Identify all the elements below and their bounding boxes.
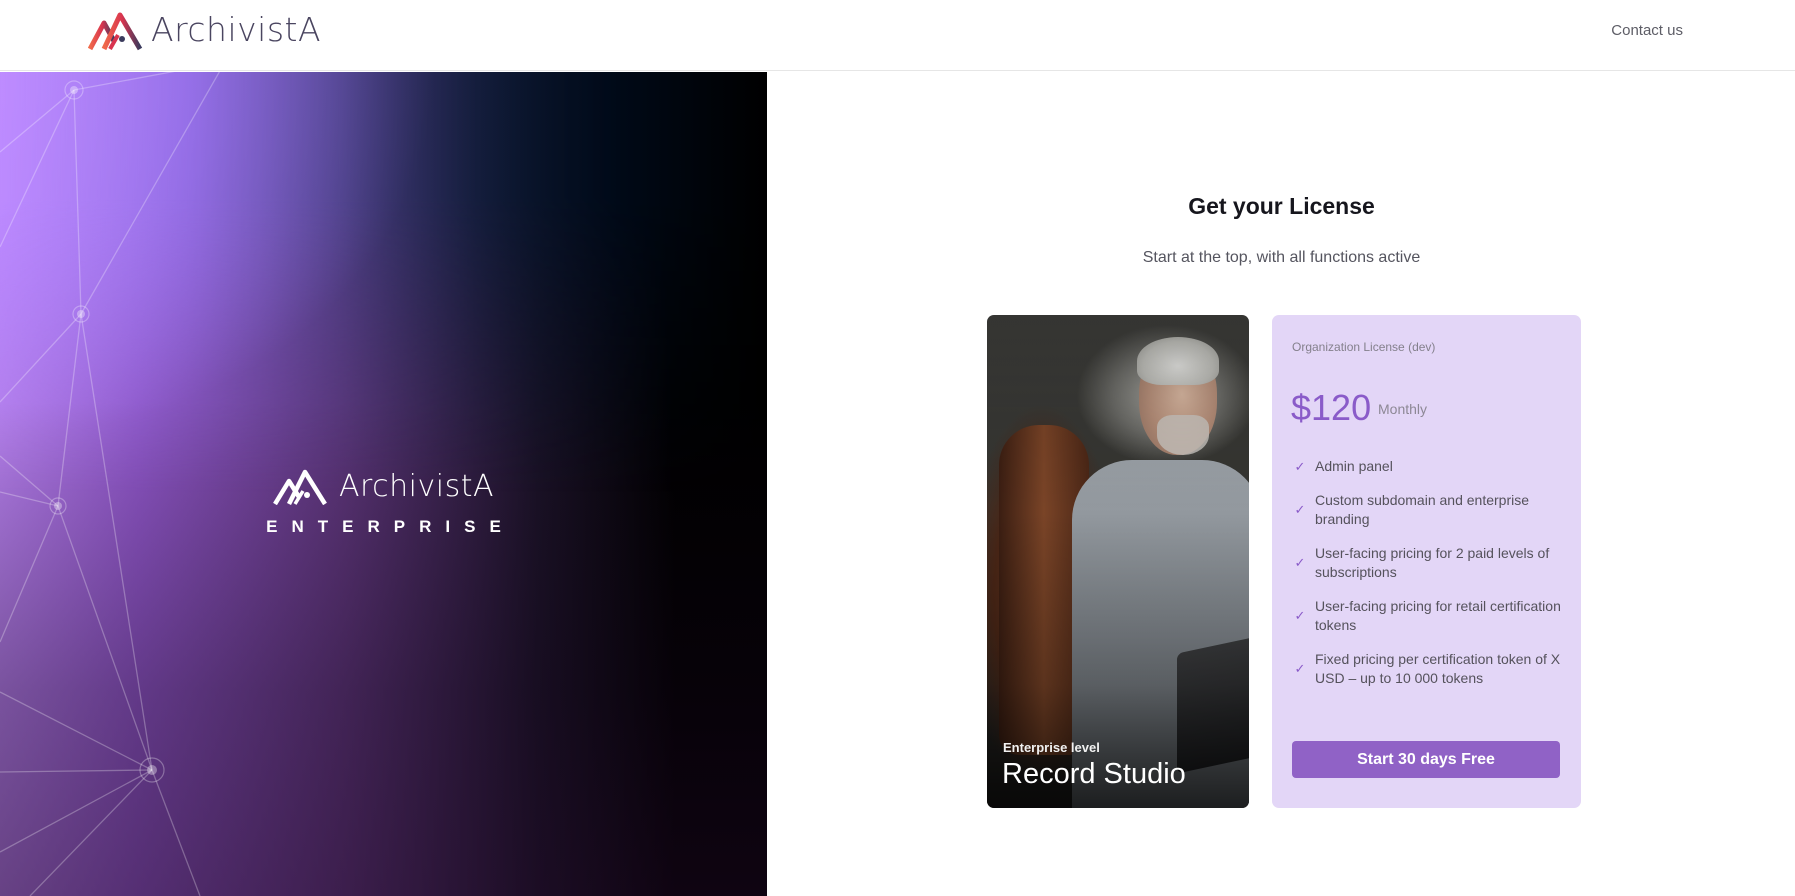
check-icon: ✓ — [1294, 555, 1306, 570]
pricing-card: Organization License (dev) $120 Monthly … — [1272, 315, 1581, 808]
hero-logo: ArchivistA ENTERPRISE — [0, 467, 767, 537]
brand-logo[interactable]: ArchivistA — [88, 8, 321, 52]
feature-item: ✓ Custom subdomain and enterprise brandi… — [1292, 491, 1567, 529]
hero-brand-name: ArchivistA — [338, 468, 495, 504]
contact-us-link[interactable]: Contact us — [1611, 22, 1683, 39]
product-level: Enterprise level — [1003, 740, 1100, 755]
page-subtitle: Start at the top, with all functions act… — [1142, 249, 1421, 266]
check-icon: ✓ — [1294, 502, 1306, 517]
plan-price: $120 — [1291, 387, 1372, 428]
feature-item: ✓ Fixed pricing per certification token … — [1292, 650, 1567, 688]
page-title: Get your License — [1188, 193, 1375, 219]
photo-overlay — [987, 315, 1249, 808]
check-icon: ✓ — [1294, 458, 1306, 474]
feature-item: ✓ User-facing pricing for retail certifi… — [1292, 597, 1567, 635]
check-icon: ✓ — [1294, 608, 1306, 623]
hero-subtitle: ENTERPRISE — [266, 517, 515, 536]
feature-text: User-facing pricing for 2 paid levels of… — [1315, 545, 1550, 580]
feature-item: ✓ User-facing pricing for 2 paid levels … — [1292, 544, 1567, 582]
product-photo-card: Enterprise level Record Studio — [987, 315, 1249, 808]
archivista-logo-icon — [273, 469, 327, 505]
feature-list: ✓ Admin panel ✓ Custom subdomain and ent… — [1292, 457, 1567, 688]
plan-name: Organization License (dev) — [1292, 340, 1436, 354]
product-name: Record Studio — [1002, 758, 1186, 790]
plan-period: Monthly — [1378, 401, 1428, 417]
feature-text: User-facing pricing for retail certifica… — [1315, 598, 1561, 633]
check-icon: ✓ — [1294, 661, 1306, 676]
feature-item: ✓ Admin panel — [1292, 457, 1567, 476]
feature-text: Custom subdomain and enterprise branding — [1315, 492, 1530, 527]
feature-text: Fixed pricing per certification token of… — [1315, 651, 1561, 686]
start-free-trial-button[interactable]: Start 30 days Free — [1292, 741, 1560, 778]
feature-text: Admin panel — [1315, 458, 1393, 474]
brand-name: ArchivistA — [151, 10, 322, 49]
top-header: ArchivistA Contact us — [0, 0, 1795, 71]
archivista-logo-icon — [88, 12, 143, 51]
hero-panel: ArchivistA ENTERPRISE — [0, 72, 767, 896]
